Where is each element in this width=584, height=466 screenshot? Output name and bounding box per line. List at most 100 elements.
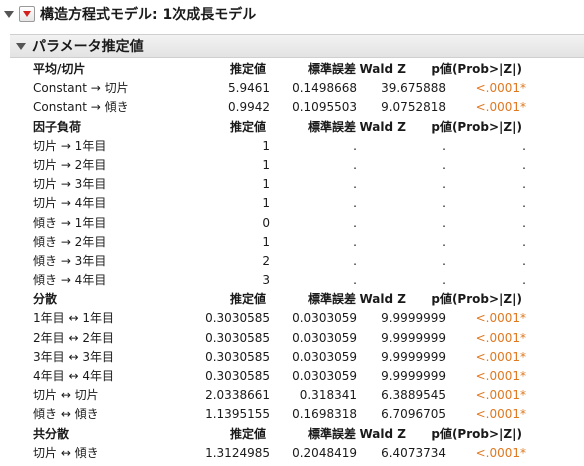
table-row: 4年目 ↔ 4年目 0.3030585 0.0303059 9.9999999 <.00… — [0, 367, 584, 386]
wald-z-value: . — [442, 215, 446, 230]
table-row: 傾き → 4年目 3... — [0, 271, 584, 290]
table-row: 傾き → 1年目 0... — [0, 214, 584, 233]
parameter-label: 3年目 ↔ 3年目 — [33, 349, 114, 364]
wald-z-value: . — [442, 138, 446, 153]
std-error-value: . — [353, 196, 357, 211]
std-error-value: 0.0303059 — [292, 369, 357, 383]
table-row: 切片 → 2年目 1... — [0, 156, 584, 175]
p-value: . — [522, 196, 526, 211]
std-error-value: 0.318341 — [299, 388, 357, 403]
std-error-value: 0.1698318 — [292, 407, 357, 422]
wald-z-value: 9.0752818 — [381, 100, 446, 115]
parameter-label: 切片 ↔ 切片 — [33, 388, 99, 403]
estimate-value: 0.3030585 — [205, 369, 270, 383]
table-row: 切片 → 3年目 1... — [0, 175, 584, 194]
parameter-label: 切片 → 2年目 — [33, 157, 107, 172]
section-header: 平均/切片 推定値 標準誤差 Wald Z p値(Prob>|Z|) — [0, 60, 584, 79]
parameter-label: 4年目 ↔ 4年目 — [33, 369, 114, 383]
collapse-triangle-icon[interactable] — [4, 10, 14, 18]
column-header: 推定値 — [229, 119, 266, 134]
report-title: パラメータ推定値 — [32, 39, 144, 55]
table-row: Constant → 切片 5.9461 0.1498668 39.675888 <.0… — [0, 79, 584, 98]
parameter-label: Constant → 傾き — [33, 100, 129, 115]
parameter-label: 切片 → 1年目 — [33, 138, 107, 153]
collapse-triangle-icon[interactable] — [16, 42, 26, 50]
p-value: . — [522, 157, 526, 172]
estimate-value: 2.0338661 — [205, 388, 270, 403]
p-value: <.0001* — [475, 330, 526, 345]
column-header: Wald Z — [359, 292, 407, 307]
std-error-value: 0.1498668 — [292, 81, 357, 96]
column-header: 標準誤差 — [307, 119, 356, 134]
p-value: . — [522, 253, 526, 268]
column-header: p値(Prob>|Z|) — [431, 426, 522, 441]
std-error-value: . — [353, 157, 357, 172]
std-error-value: . — [353, 273, 357, 288]
table-row: 3年目 ↔ 3年目 0.3030585 0.0303059 9.9999999 <.00… — [0, 348, 584, 367]
estimate-value: 1 — [262, 138, 270, 153]
std-error-value: . — [353, 253, 357, 268]
outline-header: 構造方程式モデル: 1次成長モデル — [0, 0, 584, 28]
std-error-value: 0.2048419 — [292, 445, 357, 460]
p-value: . — [522, 138, 526, 153]
parameter-label: 傾き → 4年目 — [33, 273, 107, 288]
section-header: 分散 推定値 標準誤差 Wald Z p値(Prob>|Z|) — [0, 290, 584, 309]
parameter-label: 2年目 ↔ 2年目 — [33, 330, 114, 345]
std-error-value: . — [353, 177, 357, 192]
table-row: 1年目 ↔ 1年目 0.3030585 0.0303059 9.9999999 <.00… — [0, 309, 584, 328]
estimate-value: 1.1395155 — [205, 407, 270, 422]
column-header: p値(Prob>|Z|) — [431, 62, 522, 76]
wald-z-value: . — [442, 157, 446, 172]
table-row: 切片 → 1年目 1... — [0, 137, 584, 156]
p-value: <.0001* — [475, 369, 526, 383]
std-error-value: 0.1095503 — [292, 100, 357, 115]
p-value: <.0001* — [475, 349, 526, 364]
wald-z-value: 9.9999999 — [381, 311, 446, 326]
parameter-label: 傾き → 1年目 — [33, 215, 107, 230]
std-error-value: 0.0303059 — [292, 349, 357, 364]
estimate-value: 1 — [262, 177, 270, 192]
table-row: 傾き → 3年目 2... — [0, 252, 584, 271]
estimate-value: 1 — [262, 196, 270, 211]
section-header: 因子負荷 推定値 標準誤差 Wald Z p値(Prob>|Z|) — [0, 118, 584, 137]
wald-z-value: 6.3889545 — [381, 388, 446, 403]
table-row: 2年目 ↔ 2年目 0.3030585 0.0303059 9.9999999 <.00… — [0, 329, 584, 348]
red-triangle-menu-icon[interactable] — [19, 6, 35, 22]
estimate-value: 1.3124985 — [205, 445, 270, 460]
estimate-value: 3 — [262, 273, 270, 288]
column-header: 推定値 — [229, 426, 266, 441]
estimate-value: 1 — [262, 234, 270, 249]
wald-z-value: . — [442, 273, 446, 288]
column-header: 標準誤差 — [307, 292, 356, 307]
column-header: Wald Z — [359, 426, 407, 441]
column-header: 推定値 — [229, 62, 266, 76]
wald-z-value: 6.4073734 — [381, 445, 446, 460]
column-header: 推定値 — [229, 292, 266, 307]
estimate-value: 2 — [262, 253, 270, 268]
p-value: . — [522, 273, 526, 288]
estimate-value: 1 — [262, 157, 270, 172]
parameter-label: 傾き → 3年目 — [33, 253, 107, 268]
parameter-label: 切片 → 3年目 — [33, 177, 107, 192]
parameter-label: Constant → 切片 — [33, 81, 129, 96]
column-header: p値(Prob>|Z|) — [431, 119, 522, 134]
std-error-value: . — [353, 234, 357, 249]
parameter-estimates-table: 平均/切片 推定値 標準誤差 Wald Zp値(Prob>|Z|) Constant →… — [0, 60, 584, 463]
std-error-value: . — [353, 138, 357, 153]
estimate-value: 0 — [262, 215, 270, 230]
wald-z-value: 9.9999999 — [381, 330, 446, 345]
table-row: 切片 ↔ 傾き 1.3124985 0.2048419 6.4073734 <.0001… — [0, 444, 584, 463]
section-title: 平均/切片 — [33, 62, 86, 76]
table-row: 切片 ↔ 切片 2.0338661 0.318341 6.3889545 <.0001* — [0, 386, 584, 405]
estimate-value: 0.3030585 — [205, 311, 270, 326]
report-header: パラメータ推定値 — [10, 34, 584, 58]
column-header: p値(Prob>|Z|) — [431, 292, 522, 307]
column-header: Wald Z — [359, 119, 407, 134]
table-row: 傾き → 2年目 1... — [0, 233, 584, 252]
estimate-value: 0.9942 — [228, 100, 270, 115]
wald-z-value: 9.9999999 — [381, 349, 446, 364]
section-header: 共分散 推定値 標準誤差 Wald Z p値(Prob>|Z|) — [0, 425, 584, 444]
column-header: 標準誤差 — [307, 62, 356, 76]
parameter-label: 切片 → 4年目 — [33, 196, 107, 211]
wald-z-value: . — [442, 234, 446, 249]
